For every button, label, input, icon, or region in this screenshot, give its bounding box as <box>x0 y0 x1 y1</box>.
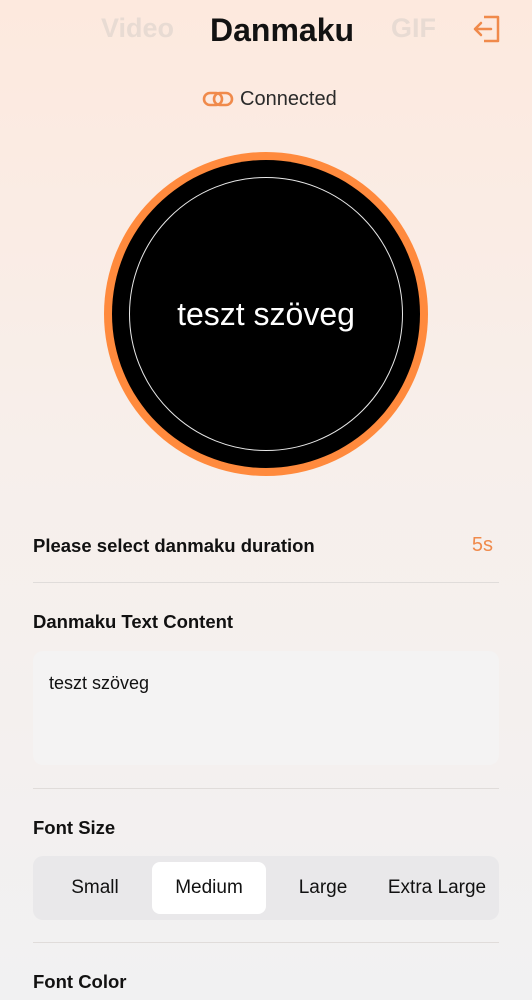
duration-label: Please select danmaku duration <box>33 535 315 556</box>
font-size-small[interactable]: Small <box>39 862 151 914</box>
preview-text: teszt szöveg <box>177 295 355 332</box>
font-size-medium[interactable]: Medium <box>152 862 266 914</box>
danmaku-text-input[interactable]: teszt szöveg <box>33 651 499 765</box>
link-icon <box>202 91 234 107</box>
font-size-extra-large[interactable]: Extra Large <box>380 862 494 914</box>
exit-icon <box>473 15 500 43</box>
danmaku-preview: teszt szöveg <box>104 152 428 476</box>
font-size-selector: Small Medium Large Extra Large <box>33 856 499 920</box>
font-size-large[interactable]: Large <box>267 862 379 914</box>
top-navigation: Video Danmaku GIF <box>0 0 532 62</box>
tab-danmaku[interactable]: Danmaku <box>210 12 354 49</box>
divider <box>33 582 499 583</box>
connection-status: Connected <box>202 86 337 112</box>
divider <box>33 942 499 943</box>
tab-video[interactable]: Video <box>101 13 174 44</box>
divider <box>33 788 499 789</box>
connection-label: Connected <box>240 87 337 110</box>
duration-value[interactable]: 5s <box>472 534 493 557</box>
tab-gif[interactable]: GIF <box>391 13 436 44</box>
preview-screen: teszt szöveg <box>112 160 420 468</box>
font-size-label: Font Size <box>33 817 116 838</box>
font-color-label: Font Color <box>33 971 127 992</box>
duration-row[interactable]: Please select danmaku duration 5s <box>33 530 499 562</box>
text-content-label: Danmaku Text Content <box>33 611 234 632</box>
exit-button[interactable] <box>470 12 504 46</box>
